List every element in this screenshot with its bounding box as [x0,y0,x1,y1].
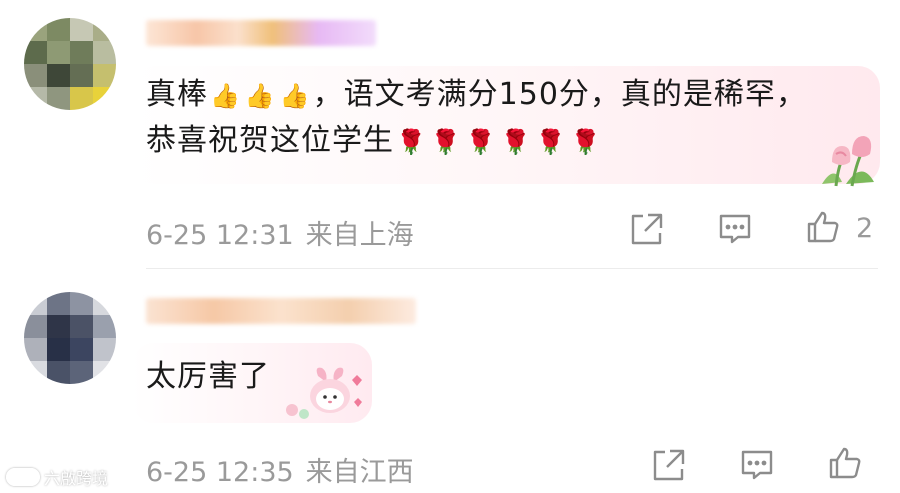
comment-text: 太厉害了 [146,359,270,394]
share-icon[interactable] [652,448,686,482]
comment-icon[interactable] [740,448,774,482]
watermark-text: 六啟跨境 [44,469,109,488]
username-blurred[interactable] [146,298,416,324]
comment-meta: 6-25 12:35 来自江西 [146,450,414,489]
bunny-sticker [282,366,368,422]
like-icon[interactable] [828,446,862,480]
avatar[interactable] [24,292,116,384]
comment-2: 太厉害了 6-25 12:35 来自江西 [0,0,900,493]
watermark: 六啟跨境 [6,466,108,488]
comment-location: 来自江西 [305,457,414,488]
comment-date: 6-25 12:35 [146,457,294,488]
watermark-logo-icon [6,468,40,486]
